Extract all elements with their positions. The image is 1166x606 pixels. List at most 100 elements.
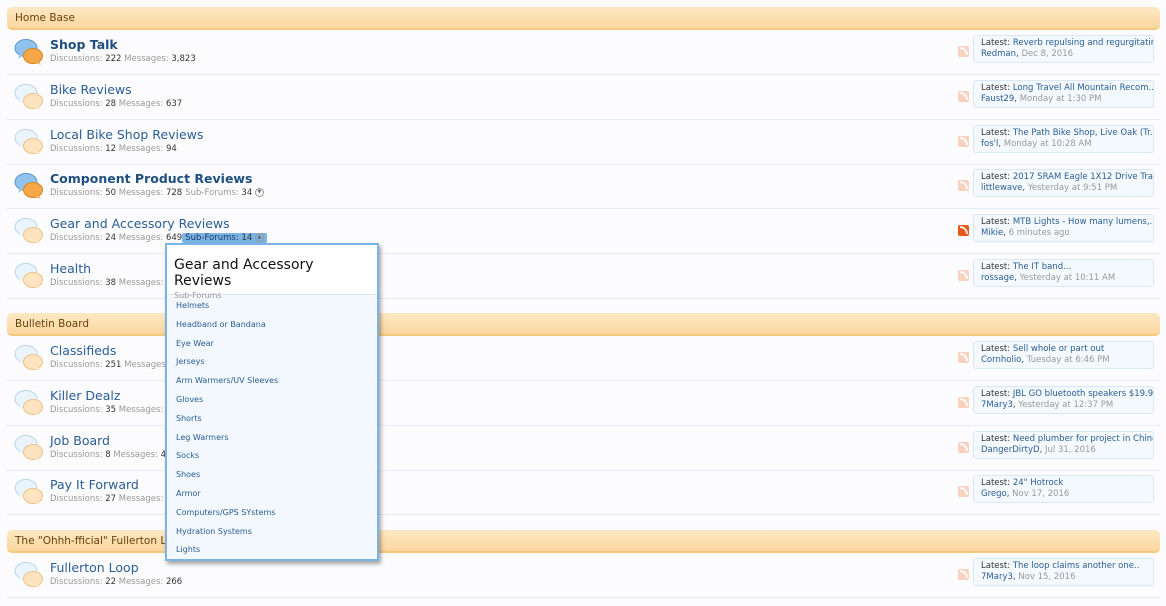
latest-user-link[interactable]: Faust29	[981, 94, 1014, 104]
latest-thread-link[interactable]: Reverb repulsing and regurgitating	[1013, 38, 1153, 48]
category-title[interactable]: Home Base	[15, 12, 75, 24]
forum-title[interactable]: Health	[50, 261, 91, 276]
latest-user-link[interactable]: Mikie	[981, 228, 1003, 238]
forum-title[interactable]: Component Product Reviews	[50, 171, 252, 186]
forum-title[interactable]: Gear and Accessory Reviews	[50, 216, 230, 231]
forum-title[interactable]: Bike Reviews	[50, 82, 132, 97]
forum-stats: Discussions: 35 Messages: 281	[50, 405, 182, 415]
rss-icon[interactable]	[958, 135, 969, 147]
latest-post: Latest: 2017 SRAM Eagle 1X12 Drive Train…	[973, 169, 1154, 198]
subforum-link[interactable]: Leg Warmers	[167, 430, 377, 449]
latest-thread-link[interactable]: Need plumber for project in Chino	[1013, 434, 1153, 444]
latest-thread-link[interactable]: MTB Lights - How many lumens,...	[1013, 217, 1153, 227]
latest-thread-link[interactable]: JBL GO bluetooth speakers $19.99	[1013, 389, 1153, 399]
chevron-up-icon[interactable]: ▲	[254, 233, 264, 243]
latest-user-link[interactable]: Cornholio	[981, 355, 1021, 365]
messages-label: Messages:	[118, 577, 164, 587]
messages-count: 266	[165, 577, 183, 587]
rss-icon[interactable]	[958, 225, 969, 237]
rss-icon[interactable]	[958, 396, 969, 408]
subforum-link[interactable]: Shorts	[167, 411, 377, 430]
discussions-count: 27	[105, 494, 117, 505]
rss-icon[interactable]	[958, 90, 969, 102]
category-title[interactable]: Bulletin Board	[15, 318, 89, 330]
subforum-link[interactable]: Shoes	[167, 467, 377, 486]
latest-user-link[interactable]: Redman	[981, 49, 1016, 59]
subforum-link[interactable]: Jerseys	[167, 354, 377, 373]
latest-user-link[interactable]: fos'l	[981, 139, 998, 149]
rss-icon[interactable]	[958, 270, 969, 281]
discussions-count: 24	[105, 233, 117, 244]
forum-title[interactable]: Pay It Forward	[50, 477, 139, 492]
subforum-list: Helmets Headband or Bandana Eye Wear Jersey…	[167, 295, 377, 561]
latest-thread-link[interactable]: Long Travel All Mountain Recom...	[1013, 83, 1153, 93]
rss-icon[interactable]	[958, 180, 969, 192]
subforum-link[interactable]: Headband or Bandana	[167, 317, 377, 336]
messages-label: Messages:	[113, 449, 158, 460]
subforums-toggle[interactable]: Sub-Forums: 14 ▲	[182, 233, 267, 244]
latest-user-link[interactable]: Grego	[981, 489, 1007, 499]
forum-title[interactable]: Local Bike Shop Reviews	[50, 127, 203, 142]
latest-user-link[interactable]: littlewave	[981, 183, 1022, 193]
latest-post: Latest: Long Travel All Mountain Recom..…	[973, 79, 1154, 108]
forum-stats: Discussions: 50 Messages: 728 Sub-Forums…	[50, 188, 267, 198]
subforum-link[interactable]: Armor	[167, 486, 377, 505]
forum-title[interactable]: Killer Dealz	[50, 388, 120, 403]
forum-stats: Discussions: 28 Messages: 637	[50, 99, 182, 109]
latest-post: Latest: 24" Hotrock Grego, Nov 17, 2016	[973, 475, 1154, 504]
forum-bubbles-icon	[14, 434, 43, 461]
subforum-link[interactable]: Gloves	[167, 392, 377, 411]
forum-bubbles-icon	[14, 128, 43, 155]
rss-icon[interactable]	[958, 441, 969, 453]
latest-user-link[interactable]: 7Mary3	[981, 572, 1013, 582]
latest-thread-link[interactable]: The Path Bike Shop, Live Oak (Tr...	[1013, 128, 1153, 138]
discussions-label: Discussions:	[50, 143, 103, 154]
discussions-label: Discussions:	[50, 98, 103, 109]
forum-bubbles-icon	[14, 39, 43, 65]
latest-thread-link[interactable]: 2017 SRAM Eagle 1X12 Drive Train	[1013, 172, 1153, 182]
subforum-link[interactable]: Arm Warmers/UV Sleeves	[167, 373, 377, 392]
popup-header: Gear and Accessory Reviews Sub-Forums	[167, 245, 377, 300]
forum-stats: Discussions: 222 Messages: 3,823	[50, 54, 196, 64]
latest-thread-link[interactable]: The IT band...	[1013, 262, 1071, 272]
category-header[interactable]: Home Base	[7, 7, 1160, 30]
discussions-label: Discussions:	[50, 494, 103, 505]
latest-date: Yesterday at 9:51 PM	[1027, 183, 1118, 194]
chevron-down-icon[interactable]: ▼	[254, 188, 264, 198]
subforum-link[interactable]: Lights	[167, 542, 377, 561]
latest-thread-link[interactable]: 24" Hotrock	[1013, 478, 1063, 488]
rss-icon[interactable]	[958, 46, 969, 57]
latest-date: 6 minutes ago	[1008, 228, 1070, 239]
latest-date: Tuesday at 6:46 PM	[1026, 355, 1110, 365]
rss-icon[interactable]	[958, 569, 969, 580]
latest-thread-link[interactable]: The loop claims another one..	[1013, 561, 1140, 571]
forum-title[interactable]: Classifieds	[50, 343, 116, 358]
latest-user-link[interactable]: DangerDirtyD	[981, 445, 1040, 455]
subforum-link[interactable]: Eye Wear	[167, 336, 377, 355]
rss-icon[interactable]	[958, 352, 969, 363]
latest-label: Latest:	[981, 262, 1011, 272]
forum-title[interactable]: Shop Talk	[50, 37, 118, 52]
latest-user-link[interactable]: rossage	[981, 273, 1014, 283]
subforum-link[interactable]: Helmets	[167, 298, 377, 317]
discussions-label: Discussions:	[50, 54, 103, 64]
forum-title[interactable]: Job Board	[50, 433, 110, 448]
rss-icon[interactable]	[958, 486, 969, 498]
latest-thread-link[interactable]: Sell whole or part out	[1013, 344, 1104, 354]
messages-count: 649	[165, 233, 183, 244]
subforum-link[interactable]: Hydration Systems	[167, 524, 377, 543]
messages-count: 3,823	[171, 54, 196, 64]
latest-user-link[interactable]: 7Mary3	[981, 400, 1013, 410]
discussions-count: 12	[105, 143, 117, 154]
subforums-popup: Gear and Accessory Reviews Sub-Forums He…	[165, 243, 379, 561]
subforum-link[interactable]: Computers/GPS SYstems	[167, 505, 377, 524]
subforums-toggle[interactable]: Sub-Forums: 34 ▼	[182, 188, 267, 198]
latest-label: Latest:	[981, 433, 1011, 444]
forum-title[interactable]: Fullerton Loop	[50, 560, 139, 575]
subforum-link[interactable]: Socks	[167, 448, 377, 467]
discussions-count: 8	[105, 449, 111, 460]
latest-date: Monday at 1:30 PM	[1019, 93, 1102, 104]
latest-post: Latest: The IT band... rossage, Yesterday…	[973, 259, 1154, 287]
latest-date: Nov 15, 2016	[1018, 572, 1076, 582]
latest-post: Latest: Reverb repulsing and regurgitati…	[973, 35, 1154, 63]
